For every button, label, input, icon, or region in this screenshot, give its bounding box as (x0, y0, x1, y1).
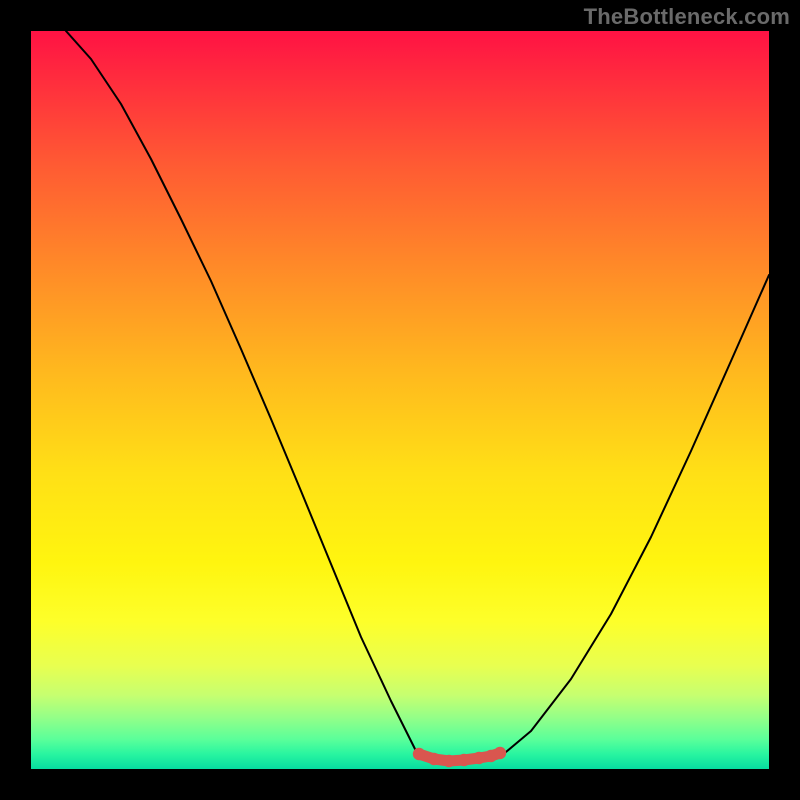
min-marker (443, 755, 455, 767)
min-marker (428, 753, 440, 765)
min-marker (473, 752, 485, 764)
curve-left-curve (66, 31, 419, 757)
curve-right-curve (500, 275, 769, 757)
min-marker (494, 747, 506, 759)
chart-plot-area (31, 31, 769, 769)
watermark-text: TheBottleneck.com (584, 4, 790, 30)
min-marker (413, 748, 425, 760)
min-marker (458, 754, 470, 766)
chart-svg (31, 31, 769, 769)
